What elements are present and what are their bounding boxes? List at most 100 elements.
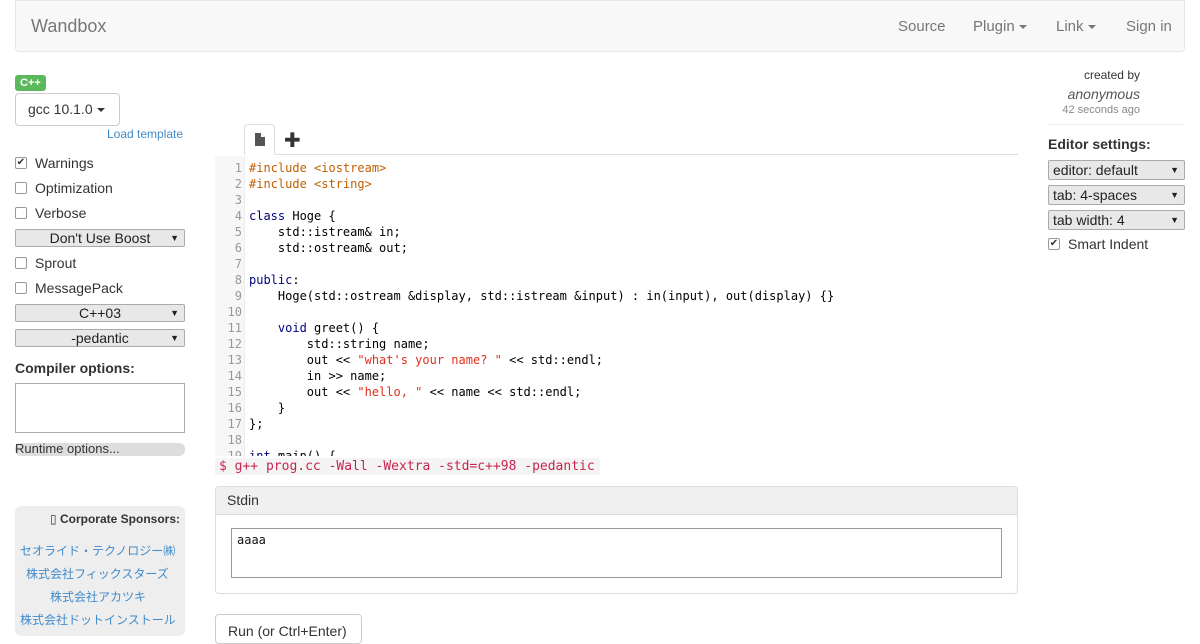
code-text: }	[249, 401, 286, 415]
sponsor-link[interactable]: 株式会社ドットインストール	[20, 611, 176, 628]
tab-mode-select[interactable]: tab: 4-spaces ▼	[1048, 185, 1185, 205]
code-text: out << "what's your name? " << std::endl…	[249, 353, 604, 367]
messagepack-checkbox[interactable]	[15, 282, 27, 294]
load-template-link[interactable]: Load template	[107, 127, 183, 141]
sponsors-title: Corporate Sponsors:	[59, 512, 180, 526]
navbar: Wandbox Source Plugin Link Sign in	[15, 0, 1185, 52]
pedantic-select[interactable]: -pedantic ▼	[15, 329, 185, 347]
code-text: in >> name;	[249, 369, 387, 383]
dropdown-arrow-icon: ▼	[1170, 165, 1179, 175]
messagepack-label: MessagePack	[35, 280, 123, 296]
sponsors-heading: ▯ Corporate Sponsors:	[15, 512, 180, 526]
compiler-select-label: gcc 10.1.0	[28, 101, 93, 117]
std-select-label: C++03	[78, 305, 122, 321]
compiler-options-input[interactable]	[15, 383, 185, 433]
tab-main-file[interactable]	[244, 124, 275, 155]
std-select[interactable]: C++03 ▼	[15, 304, 185, 322]
dropdown-arrow-icon: ▼	[170, 333, 179, 343]
stdin-input[interactable]: aaaa	[231, 528, 1002, 578]
optimization-checkbox[interactable]	[15, 182, 27, 194]
editor-mode-select[interactable]: editor: default ▼	[1048, 160, 1185, 180]
smart-indent-label: Smart Indent	[1068, 236, 1149, 252]
nav-link-dropdown[interactable]: Link	[1056, 18, 1096, 35]
line-number: 3	[234, 193, 242, 207]
messagepack-option[interactable]: MessagePack	[15, 279, 123, 297]
nav-plugin-label: Plugin	[973, 18, 1015, 35]
editor-mode-label: editor: default	[1053, 162, 1138, 178]
nav-plugin-dropdown[interactable]: Plugin	[973, 18, 1027, 35]
sprout-checkbox[interactable]	[15, 257, 27, 269]
sprout-option[interactable]: Sprout	[15, 254, 76, 272]
language-badge[interactable]: C++	[15, 75, 46, 91]
dropdown-arrow-icon: ▼	[170, 308, 179, 318]
compiler-options-label: Compiler options:	[15, 360, 135, 376]
line-number: 8	[234, 273, 242, 287]
code-text: std::string name;	[249, 337, 430, 351]
runtime-options-toggle[interactable]: Runtime options...	[15, 442, 185, 456]
line-number: 4	[234, 209, 242, 223]
boost-select[interactable]: Don't Use Boost ▼	[15, 229, 185, 247]
code-text: #include <iostream>	[249, 161, 387, 175]
code-editor[interactable]: 1 #include <iostream> 2 #include <string> 3 4…	[215, 156, 1018, 456]
file-icon	[255, 133, 265, 146]
line-number: 12	[227, 337, 242, 351]
warnings-checkbox[interactable]: ✔	[15, 157, 27, 169]
smart-indent-option[interactable]: ✔ Smart Indent	[1048, 235, 1148, 253]
line-number: 10	[227, 305, 242, 319]
verbose-label: Verbose	[35, 205, 87, 221]
chevron-down-icon	[96, 108, 105, 113]
warnings-label: Warnings	[35, 155, 94, 171]
code-text: class Hoge {	[249, 209, 336, 223]
sponsors-panel: ▯ Corporate Sponsors: セオライド・テクノロジー㈱ 株式会社…	[15, 506, 185, 636]
brand-logo[interactable]: Wandbox	[31, 16, 106, 37]
editor-tab-bar: ✚	[244, 124, 1018, 155]
sponsor-link[interactable]: 株式会社アカツキ	[50, 588, 146, 605]
dropdown-arrow-icon: ▼	[170, 233, 179, 243]
line-number: 18	[227, 433, 242, 447]
building-icon: ▯	[50, 512, 57, 526]
line-number: 15	[227, 385, 242, 399]
verbose-option[interactable]: Verbose	[15, 204, 86, 222]
optimization-option[interactable]: Optimization	[15, 179, 113, 197]
line-number: 17	[227, 417, 242, 431]
run-button[interactable]: Run (or Ctrl+Enter)	[215, 614, 362, 644]
plus-icon[interactable]: ✚	[284, 128, 301, 153]
compiler-select[interactable]: gcc 10.1.0	[15, 93, 120, 126]
line-number: 14	[227, 369, 242, 383]
nav-link-label: Link	[1056, 18, 1084, 35]
code-text: std::istream& in;	[249, 225, 401, 239]
code-text: void greet() {	[277, 321, 380, 335]
pedantic-select-label: -pedantic	[71, 330, 129, 346]
divider	[1048, 124, 1185, 125]
verbose-checkbox[interactable]	[15, 207, 27, 219]
dropdown-arrow-icon: ▼	[1170, 190, 1179, 200]
command-line: $ g++ prog.cc -Wall -Wextra -std=c++98 -…	[215, 458, 600, 475]
sponsor-link[interactable]: セオライド・テクノロジー㈱	[20, 542, 175, 559]
tab-mode-label: tab: 4-spaces	[1053, 187, 1138, 203]
line-number: 19	[227, 449, 242, 456]
smart-indent-checkbox[interactable]: ✔	[1048, 238, 1060, 250]
line-number: 11	[227, 321, 242, 335]
line-number: 2	[234, 177, 242, 191]
line-number: 7	[234, 257, 242, 271]
nav-sign-in-link[interactable]: Sign in	[1126, 18, 1172, 35]
line-number: 6	[234, 241, 242, 255]
dropdown-arrow-icon: ▼	[1170, 215, 1179, 225]
warnings-option[interactable]: ✔ Warnings	[15, 154, 94, 172]
tab-width-label: tab width: 4	[1053, 212, 1125, 228]
code-text: out << "hello, " << name << std::endl;	[249, 385, 582, 399]
created-by-label: created by	[1083, 68, 1140, 82]
sponsor-link[interactable]: 株式会社フィックスターズ	[26, 565, 169, 582]
optimization-label: Optimization	[35, 180, 113, 196]
line-number: 9	[234, 289, 242, 303]
line-number: 1	[234, 161, 242, 175]
sprout-label: Sprout	[35, 255, 77, 271]
tab-width-select[interactable]: tab width: 4 ▼	[1048, 210, 1185, 230]
nav-source-link[interactable]: Source	[898, 18, 946, 35]
stdin-panel: Stdin aaaa	[215, 486, 1018, 594]
stdin-heading[interactable]: Stdin	[216, 487, 1017, 515]
code-text: int main() {	[249, 449, 336, 456]
code-text: public:	[249, 273, 300, 287]
editor-settings-heading: Editor settings:	[1048, 136, 1151, 152]
author-name: anonymous	[1067, 86, 1140, 102]
